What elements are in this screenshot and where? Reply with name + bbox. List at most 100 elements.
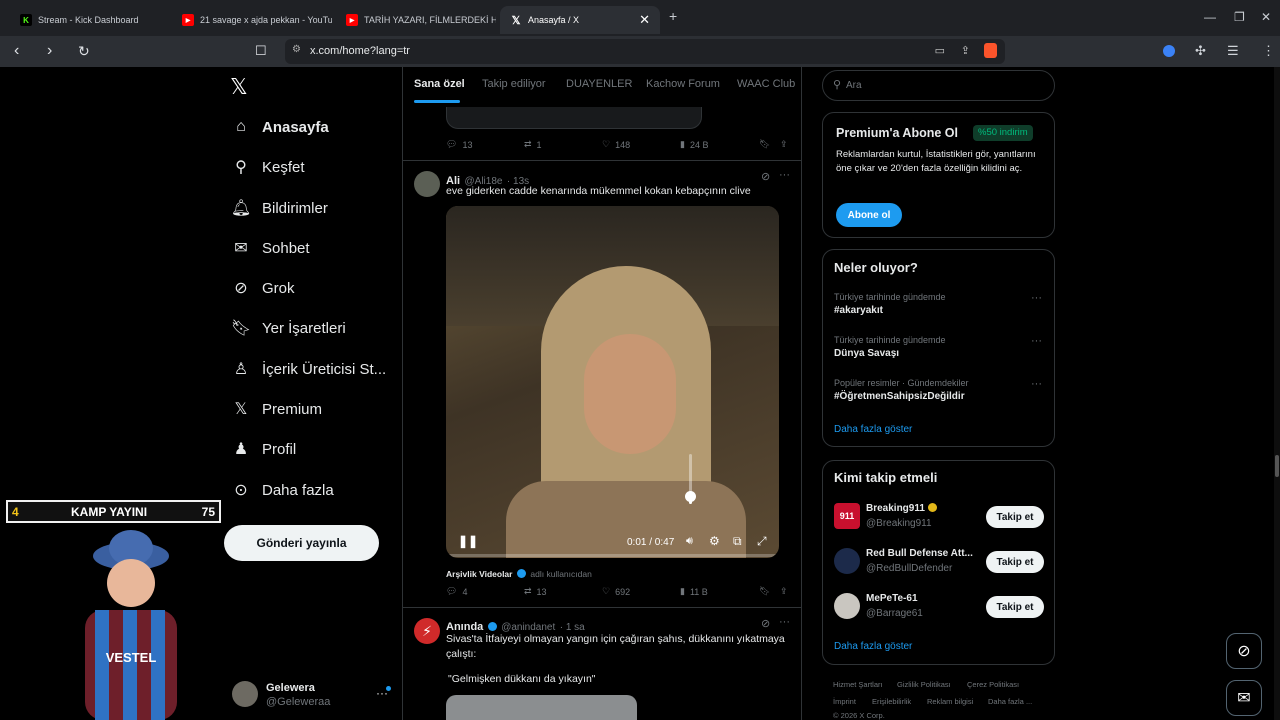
avatar[interactable] [834, 593, 860, 619]
menu-icon[interactable]: ⋮ [1262, 43, 1275, 59]
nav-item-home[interactable]: ⌂ Anasayfa [230, 112, 329, 142]
tab-waac-club[interactable]: WAAC Club [737, 78, 795, 90]
avatar[interactable]: 911 [834, 503, 860, 529]
footer-link[interactable]: Daha fazla ... [988, 697, 1032, 706]
grok-floating-button[interactable]: ⊘ [1226, 633, 1262, 669]
cast-icon[interactable]: ▭ [935, 44, 945, 57]
like-button[interactable]: ♡ 148 [602, 139, 630, 150]
forward-icon[interactable]: › [47, 42, 52, 60]
tab-for-you[interactable]: Sana özel [414, 78, 465, 90]
follow-button[interactable]: Takip et [986, 596, 1044, 618]
extensions-puzzle-icon[interactable]: ✣ [1195, 43, 1206, 59]
more-icon[interactable]: ··· [779, 169, 790, 181]
follow-suggestion-handle: @Barrage61 [866, 608, 923, 619]
close-icon[interactable]: ✕ [639, 12, 650, 28]
footer-link[interactable]: Çerez Politikası [967, 680, 1019, 689]
avatar[interactable] [834, 548, 860, 574]
minimize-icon[interactable]: — [1204, 10, 1216, 24]
brave-shield-icon[interactable] [984, 43, 997, 58]
trend-item[interactable]: Dünya Savaşı [834, 348, 899, 359]
browser-tab[interactable]: ▶ TARİH YAZARI, FİLMLERDEKİ HİTLER [336, 6, 496, 34]
nav-item-profile[interactable]: ♟ Profil [230, 434, 296, 464]
grok-icon[interactable]: ⊘ [761, 617, 770, 630]
nav-item-bookmarks[interactable]: 🔖︎ Yer İşaretleri [230, 313, 346, 343]
trend-item[interactable]: #akaryakıt [834, 305, 883, 316]
pip-icon[interactable]: ⧉ [733, 534, 742, 549]
post-button[interactable]: Gönderi yayınla [224, 525, 379, 561]
tab-kachow-forum[interactable]: Kachow Forum [646, 78, 720, 90]
more-icon[interactable]: ··· [1031, 292, 1042, 304]
bookmark-icon[interactable]: 🔖︎ [759, 139, 770, 150]
show-more-link[interactable]: Daha fazla göster [834, 641, 912, 652]
restore-icon[interactable]: ❐ [1234, 10, 1245, 24]
more-icon[interactable]: ··· [779, 616, 790, 628]
extension-icon[interactable] [1163, 45, 1175, 57]
new-tab-icon[interactable]: + [669, 8, 677, 24]
search-input[interactable]: ⚲ Ara [822, 70, 1055, 101]
nav-item-explore[interactable]: ⚲ Keşfet [230, 152, 304, 182]
back-icon[interactable]: ‹ [14, 42, 19, 60]
avatar[interactable] [232, 681, 258, 707]
grok-icon[interactable]: ⊘ [761, 170, 770, 183]
follow-suggestion-name[interactable]: Red Bull Defense Att... [866, 548, 973, 559]
reply-button[interactable]: 💬︎ 13 [446, 139, 472, 150]
video-progress-track[interactable] [446, 554, 779, 557]
nav-item-messages[interactable]: ✉ Sohbet [230, 233, 309, 263]
browser-tab[interactable]: ▶ 21 savage x ajda pekkan - YouTube [172, 6, 332, 34]
site-settings-icon[interactable]: ⚙ [292, 44, 301, 55]
page-scrollbar[interactable] [1274, 67, 1280, 720]
x-logo-icon[interactable]: 𝕏 [230, 74, 248, 100]
browser-tab-active[interactable]: 𝕏 Anasayfa / X ✕ [500, 6, 660, 34]
nav-item-more[interactable]: ⊙ Daha fazla [230, 475, 333, 505]
footer-link[interactable]: Erişilebilirlik [872, 697, 911, 706]
share-icon[interactable]: ⇪ [780, 586, 788, 597]
fullscreen-icon[interactable]: ⤢ [757, 534, 767, 549]
follow-suggestion-name[interactable]: Breaking911 [866, 503, 937, 514]
repost-button[interactable]: ⇄ 13 [524, 586, 547, 597]
previous-tweet-media[interactable] [446, 107, 702, 129]
follow-suggestion-name[interactable]: MePeTe-61 [866, 593, 918, 604]
views-button[interactable]: ▮ 24 B [680, 139, 708, 150]
tweet-media[interactable] [446, 695, 637, 720]
tweet-video[interactable]: ❚❚ 0:01 / 0:47 🔊︎ ⚙ ⧉ ⤢ [446, 206, 779, 558]
messages-floating-button[interactable]: ✉ [1226, 680, 1262, 716]
video-source-name[interactable]: Arşivlik Videolar [446, 569, 512, 579]
show-more-link[interactable]: Daha fazla göster [834, 424, 912, 435]
tab-following[interactable]: Takip ediliyor [482, 78, 546, 90]
footer-link[interactable]: Gizlilik Politikası [897, 680, 951, 689]
subscribe-button[interactable]: Abone ol [836, 203, 902, 227]
nav-item-premium[interactable]: 𝕏 Premium [230, 394, 322, 424]
follow-button[interactable]: Takip et [986, 551, 1044, 573]
share-icon[interactable]: ⇪ [961, 44, 970, 57]
tab-duayenler[interactable]: DUAYENLER [566, 78, 632, 90]
repost-button[interactable]: ⇄ 1 [524, 139, 542, 150]
avatar[interactable]: ⚡︎ [414, 618, 440, 644]
bookmark-page-icon[interactable]: ☐ [255, 42, 267, 60]
footer-link[interactable]: İmprint [833, 697, 856, 706]
url-field[interactable]: ⚙ x.com/home?lang=tr ▭ ⇪ [285, 39, 1005, 64]
scrollbar-thumb[interactable] [1275, 455, 1279, 477]
window-close-icon[interactable]: ✕ [1261, 10, 1271, 24]
settings-icon[interactable]: ⚙ [709, 534, 720, 548]
footer-link[interactable]: Reklam bilgisi [927, 697, 973, 706]
nav-item-grok[interactable]: ⊘ Grok [230, 273, 294, 303]
more-icon[interactable]: ··· [1031, 335, 1042, 347]
nav-item-notifications[interactable]: 🔔︎ Bildirimler [230, 193, 328, 223]
footer-link[interactable]: Hizmet Şartları [833, 680, 883, 689]
reply-button[interactable]: 💬︎ 4 [446, 586, 467, 597]
browser-tab[interactable]: K Stream - Kick Dashboard [10, 6, 170, 34]
reload-icon[interactable]: ↻ [78, 42, 90, 60]
volume-slider-handle[interactable] [685, 491, 696, 502]
bookmark-icon[interactable]: 🔖︎ [759, 586, 770, 597]
pause-icon[interactable]: ❚❚ [458, 534, 478, 548]
nav-item-creator-studio[interactable]: ♙ İçerik Üreticisi St... [230, 354, 386, 384]
more-icon[interactable]: ··· [1031, 378, 1042, 390]
like-button[interactable]: ♡ 692 [602, 586, 630, 597]
volume-icon[interactable]: 🔊︎ [686, 535, 693, 548]
share-icon[interactable]: ⇪ [780, 139, 788, 150]
avatar[interactable] [414, 171, 440, 197]
follow-button[interactable]: Takip et [986, 506, 1044, 528]
playlist-icon[interactable]: ☰ [1227, 43, 1239, 59]
views-button[interactable]: ▮ 11 B [680, 586, 708, 597]
trend-item[interactable]: #ÖğretmenSahipsizDeğildir [834, 391, 965, 402]
